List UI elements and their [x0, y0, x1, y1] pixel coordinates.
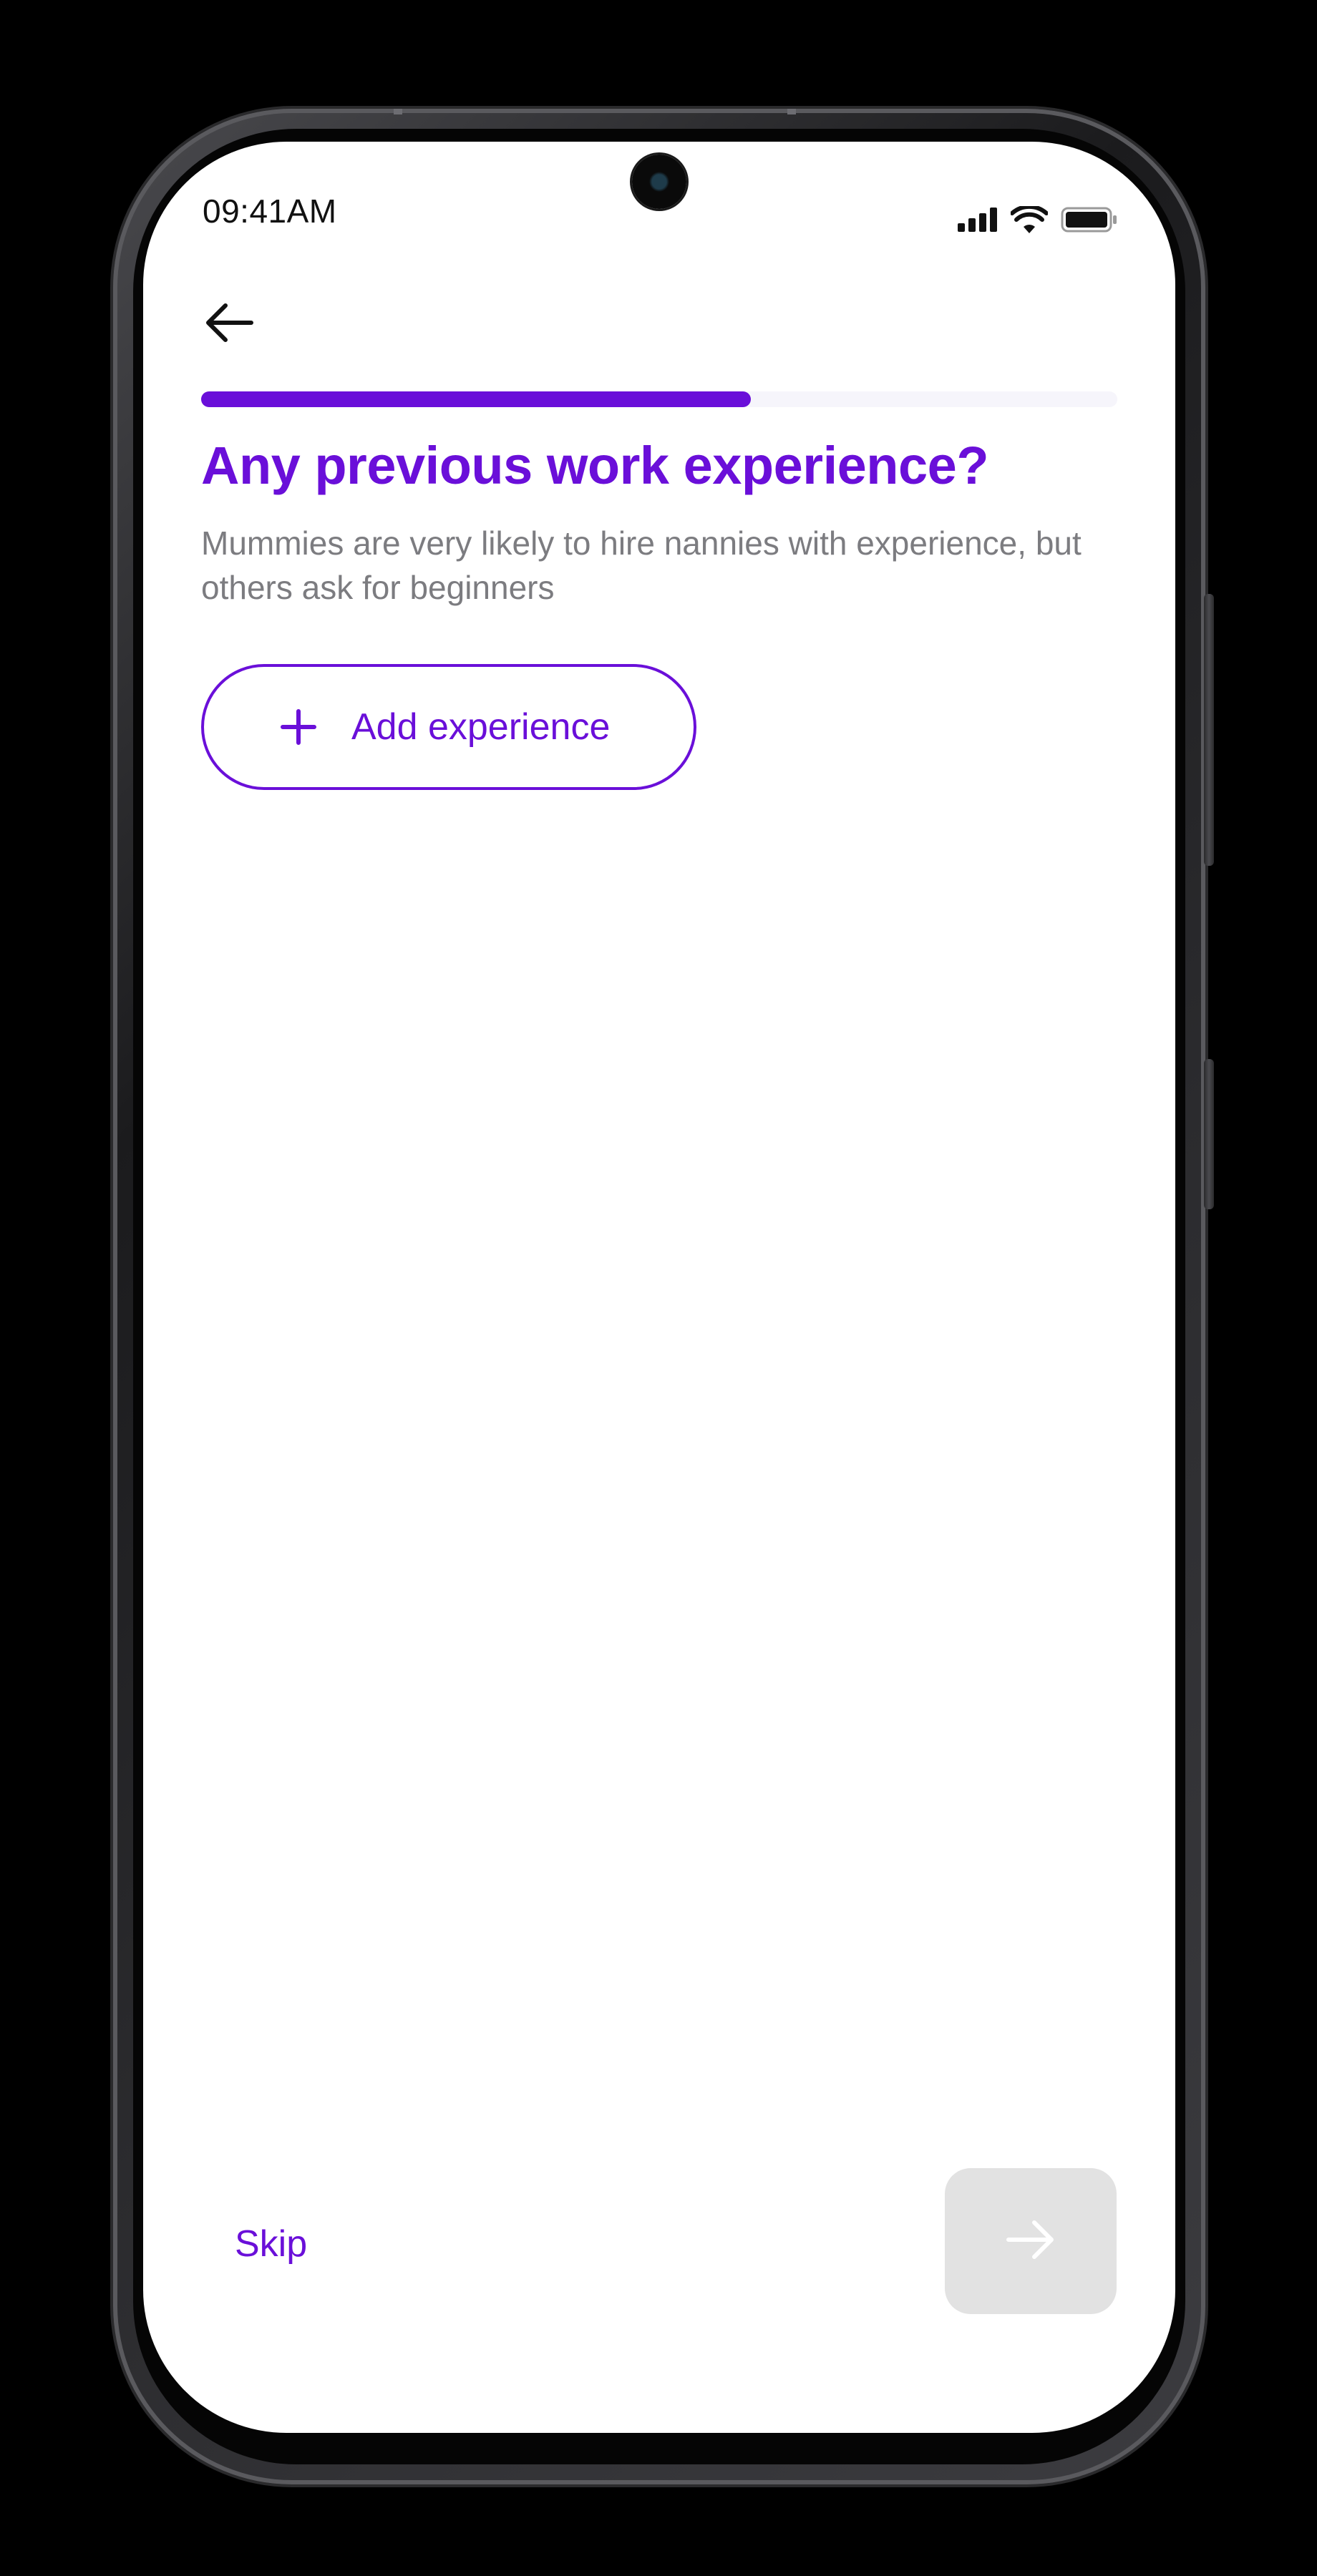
- wifi-icon: [1011, 206, 1048, 233]
- progress-fill: [201, 391, 751, 407]
- power-button: [1204, 1059, 1214, 1209]
- back-button[interactable]: [200, 299, 258, 349]
- antenna-line: [787, 109, 796, 114]
- antenna-line: [394, 109, 402, 114]
- next-button[interactable]: [945, 2168, 1117, 2314]
- arrow-right-icon: [1006, 2220, 1056, 2263]
- signal-icon: [958, 208, 998, 232]
- battery-icon: [1061, 207, 1118, 233]
- status-time: 09:41AM: [203, 192, 337, 230]
- progress-bar: [201, 391, 1117, 407]
- page-title: Any previous work experience?: [201, 436, 989, 495]
- page-subtitle: Mummies are very likely to hire nannies …: [201, 525, 1082, 606]
- arrow-left-icon: [204, 303, 254, 346]
- volume-button: [1204, 594, 1214, 866]
- app-screen: 09:41AM Any previous work experience? Mu…: [143, 142, 1175, 2433]
- add-experience-label: Add experience: [351, 706, 611, 748]
- status-icons: [958, 206, 1118, 233]
- skip-button[interactable]: Skip: [235, 2223, 307, 2265]
- front-camera: [632, 155, 686, 209]
- add-experience-button[interactable]: Add experience: [201, 664, 696, 790]
- plus-icon: [280, 708, 317, 746]
